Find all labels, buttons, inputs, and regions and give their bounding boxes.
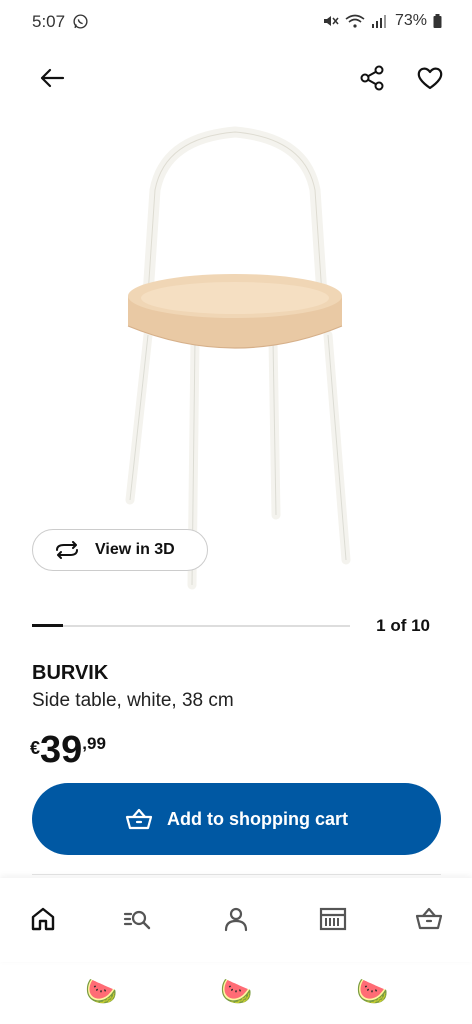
wifi-icon	[345, 14, 365, 28]
back-arrow-icon[interactable]	[36, 62, 68, 94]
status-time: 5:07	[32, 12, 66, 31]
emoji-suggestion[interactable]: 🍉	[85, 976, 117, 1006]
search-list-icon[interactable]	[122, 904, 152, 934]
bottom-nav	[0, 878, 472, 962]
top-nav	[0, 56, 472, 100]
carousel-counter: 1 of 10	[376, 616, 430, 635]
shopping-basket-icon[interactable]	[414, 904, 444, 934]
battery-percent: 73%	[394, 12, 427, 29]
emoji-suggestion[interactable]: 🍉	[356, 976, 388, 1006]
image-carousel-indicator	[32, 624, 350, 627]
home-icon[interactable]	[28, 904, 58, 934]
heart-icon[interactable]	[414, 62, 446, 94]
product-description: Side table, white, 38 cm	[32, 690, 234, 711]
add-to-cart-button[interactable]: Add to shopping cart	[32, 783, 441, 855]
product-price: € 39 ,99	[30, 730, 106, 774]
signal-icon	[371, 15, 386, 28]
product-name: BURVIK	[32, 662, 109, 684]
price-decimal: ,99	[82, 734, 106, 753]
view-in-3d-label: View in 3D	[95, 541, 175, 558]
store-icon[interactable]	[318, 904, 348, 934]
price-currency: €	[30, 738, 41, 758]
emoji-suggestion[interactable]: 🍉	[220, 976, 252, 1006]
share-icon[interactable]	[356, 62, 388, 94]
mute-icon	[323, 16, 339, 26]
content-divider	[32, 874, 441, 875]
cart-icon	[125, 808, 153, 830]
product-image[interactable]	[110, 120, 360, 590]
price-integer: 39	[40, 729, 83, 771]
carousel-position-thumb	[32, 624, 63, 627]
profile-icon[interactable]	[221, 904, 251, 934]
status-bar: 5:07 73%	[0, 0, 472, 44]
battery-icon	[433, 14, 442, 28]
rotate-3d-icon	[56, 541, 78, 559]
emoji-suggestion-bar: 🍉 🍉 🍉	[0, 962, 472, 1024]
status-icons: 73%	[323, 12, 442, 30]
whatsapp-icon	[73, 14, 88, 29]
add-to-cart-label: Add to shopping cart	[167, 808, 348, 829]
view-in-3d-button[interactable]: View in 3D	[32, 529, 208, 571]
